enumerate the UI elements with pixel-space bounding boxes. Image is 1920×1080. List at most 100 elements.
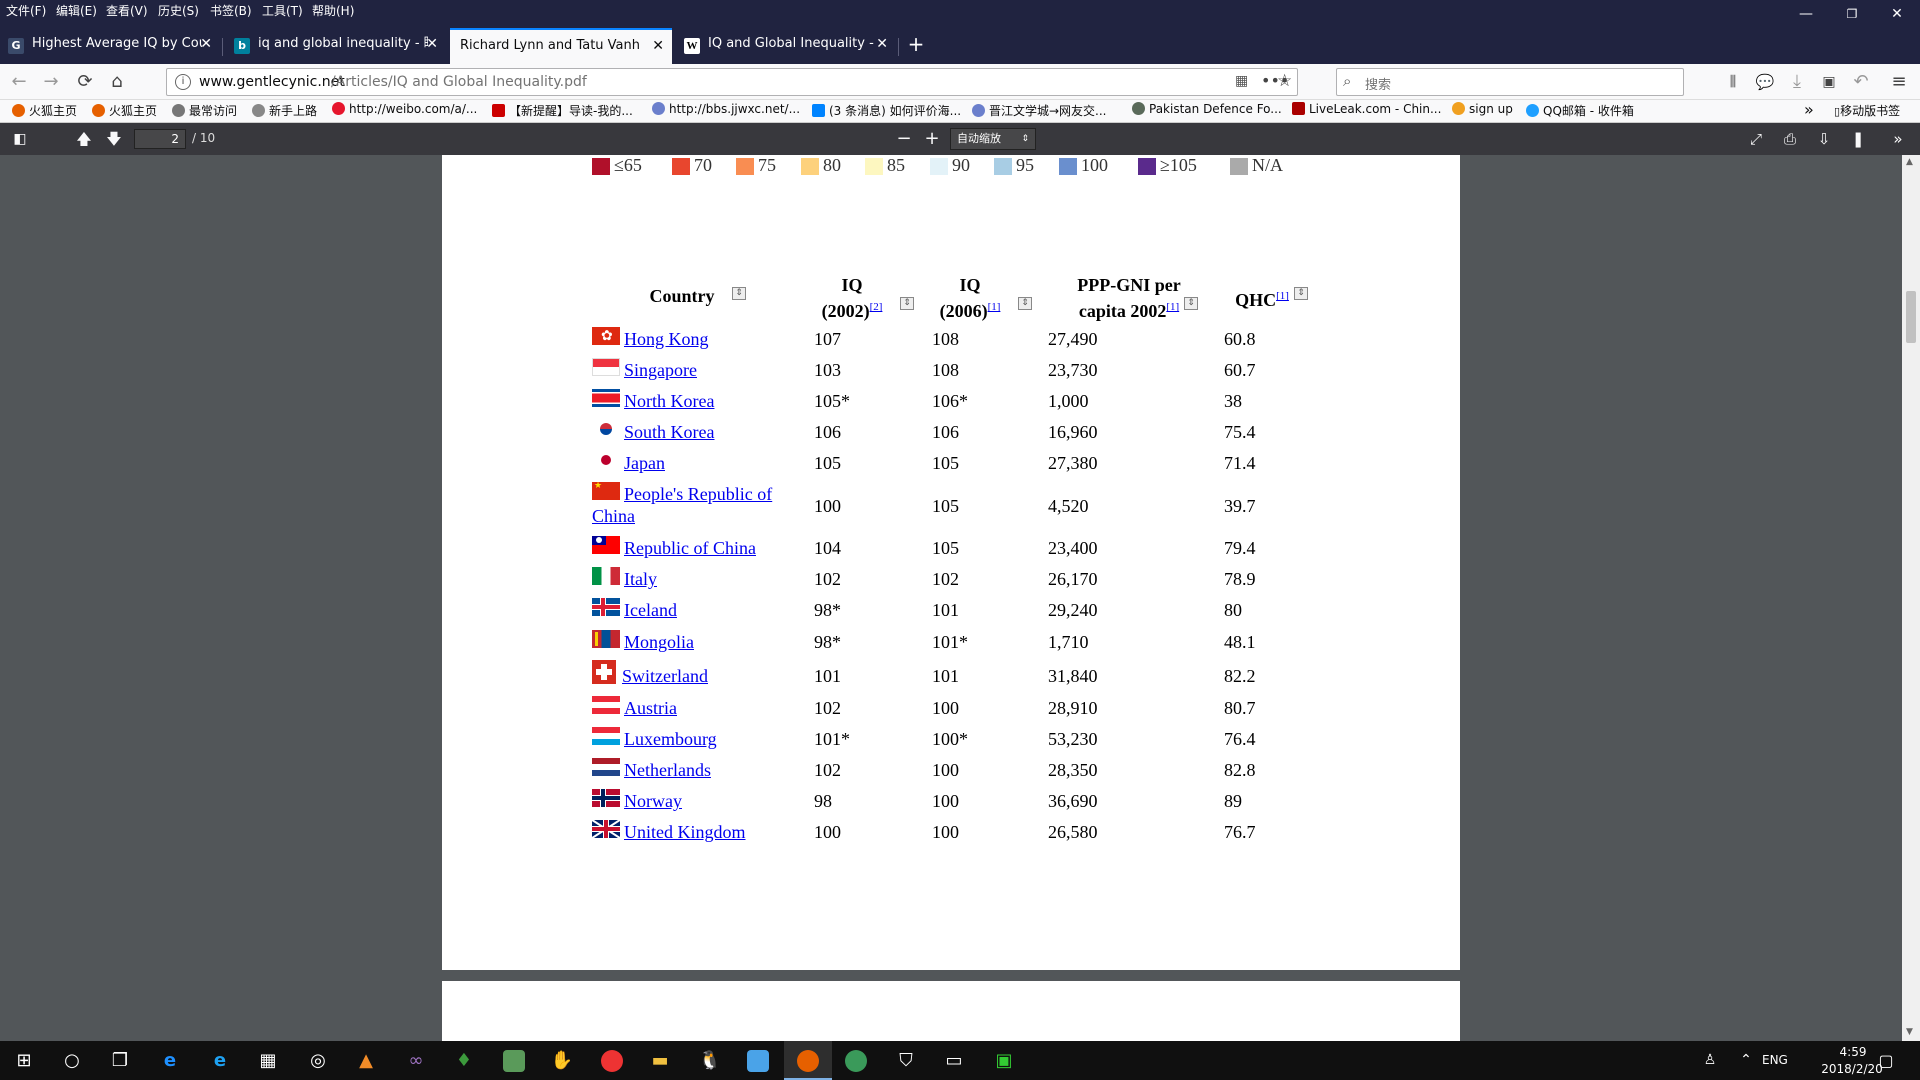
- menu-view[interactable]: 查看(V): [106, 2, 148, 19]
- scrollbar-thumb[interactable]: [1906, 291, 1916, 343]
- app-icon[interactable]: [490, 1041, 538, 1080]
- app-icon[interactable]: ✋: [538, 1041, 586, 1080]
- terminal-icon[interactable]: ▭: [930, 1041, 978, 1080]
- bookmark-item[interactable]: sign up: [1452, 102, 1513, 116]
- zoom-in-icon[interactable]: +: [920, 127, 944, 151]
- country-link[interactable]: Republic of China: [624, 537, 756, 559]
- tab-iq-global-inequality-wiki[interactable]: W IQ and Global Inequality - W ✕: [676, 28, 896, 64]
- country-link[interactable]: Norway: [624, 790, 682, 812]
- country-link[interactable]: Mongolia: [624, 631, 694, 653]
- bookmark-item[interactable]: http://bbs.jjwxc.net/...: [652, 102, 800, 116]
- mobile-bookmarks[interactable]: ▯移动版书签: [1834, 102, 1900, 119]
- close-tab-icon[interactable]: ✕: [200, 28, 212, 60]
- menu-edit[interactable]: 编辑(E): [56, 2, 97, 19]
- reference-link[interactable]: [1]: [1276, 290, 1289, 302]
- country-link[interactable]: Switzerland: [622, 665, 708, 687]
- sidebar-icon[interactable]: ▣: [1816, 70, 1842, 94]
- visual-studio-icon[interactable]: ∞: [392, 1041, 440, 1080]
- sidebar-toggle-icon[interactable]: ◧: [8, 127, 32, 151]
- header-qhc[interactable]: QHC[1]: [1222, 285, 1302, 311]
- reference-link[interactable]: [1]: [988, 301, 1001, 313]
- header-iq-2002[interactable]: IQ (2002)[2]: [802, 274, 902, 322]
- bookmark-item[interactable]: http://weibo.com/a/...: [332, 102, 477, 116]
- edge-icon[interactable]: e: [146, 1041, 194, 1080]
- download-icon[interactable]: ⤓: [1784, 70, 1810, 94]
- home-icon[interactable]: ⌂: [104, 70, 130, 94]
- reload-icon[interactable]: ⟳: [72, 70, 98, 94]
- reference-link[interactable]: [1]: [1166, 301, 1179, 313]
- previous-page-icon[interactable]: 🡅: [72, 127, 96, 151]
- windows-start-icon[interactable]: ⊞: [0, 1041, 48, 1080]
- firefox-icon[interactable]: [784, 1041, 832, 1080]
- country-link[interactable]: Netherlands: [624, 759, 711, 781]
- bookmark-item[interactable]: LiveLeak.com - Chin...: [1292, 102, 1441, 116]
- bookmarks-overflow-button[interactable]: »: [1804, 100, 1814, 119]
- iqiyi-icon[interactable]: ▣: [980, 1041, 1028, 1080]
- menu-bookmarks[interactable]: 书签(B): [210, 2, 252, 19]
- reference-link[interactable]: [2]: [870, 301, 883, 313]
- qq-icon[interactable]: 🐧: [686, 1041, 734, 1080]
- back-icon[interactable]: ←: [6, 70, 32, 94]
- header-iq-2006[interactable]: IQ (2006)[1]: [920, 274, 1020, 322]
- calculator-icon[interactable]: ▦: [244, 1041, 292, 1080]
- country-link[interactable]: People's Republic of: [624, 483, 772, 505]
- address-bar[interactable]: i www.gentlecynic.net /Articles/IQ and G…: [166, 68, 1298, 96]
- new-tab-button[interactable]: +: [904, 28, 928, 64]
- matlab-icon[interactable]: ▲: [342, 1041, 390, 1080]
- menu-tools[interactable]: 工具(T): [262, 2, 303, 19]
- country-link[interactable]: South Korea: [624, 421, 714, 443]
- close-tab-icon[interactable]: ✕: [652, 30, 664, 62]
- search-box[interactable]: ⌕ 搜索: [1336, 68, 1684, 96]
- bookmark-item[interactable]: 最常访问: [172, 102, 237, 119]
- sort-icon[interactable]: ⇕: [900, 297, 914, 310]
- presentation-mode-icon[interactable]: ⤢: [1744, 127, 1768, 151]
- task-view-icon[interactable]: ❐: [96, 1041, 144, 1080]
- country-link[interactable]: Singapore: [624, 359, 697, 381]
- tab-iq-global-inequality-bing[interactable]: b iq and global inequality - 眼 ✕: [226, 28, 446, 64]
- info-icon[interactable]: i: [175, 74, 191, 90]
- undo-icon[interactable]: ↶: [1848, 70, 1874, 94]
- language-indicator[interactable]: ENG: [1762, 1053, 1788, 1067]
- save-icon[interactable]: ⇩: [1812, 127, 1836, 151]
- country-link[interactable]: Hong Kong: [624, 328, 709, 350]
- menu-file[interactable]: 文件(F): [6, 2, 46, 19]
- vertical-scrollbar[interactable]: ▲ ▼: [1902, 155, 1920, 1041]
- bookmark-item[interactable]: 火狐主页: [12, 102, 77, 119]
- zoom-out-icon[interactable]: −: [892, 127, 916, 151]
- country-link[interactable]: Austria: [624, 697, 677, 719]
- print-icon[interactable]: ⎙: [1778, 127, 1802, 151]
- sort-icon[interactable]: ⇕: [732, 287, 746, 300]
- bookmark-item[interactable]: Pakistan Defence Fo...: [1132, 102, 1282, 116]
- sort-icon[interactable]: ⇕: [1018, 297, 1032, 310]
- country-link[interactable]: Japan: [624, 452, 665, 474]
- country-link[interactable]: North Korea: [624, 390, 714, 412]
- bookmark-icon[interactable]: ❚: [1846, 127, 1870, 151]
- notification-icon[interactable]: ▢: [1862, 1041, 1910, 1080]
- netease-music-icon[interactable]: [588, 1041, 636, 1080]
- country-link[interactable]: United Kingdom: [624, 821, 746, 843]
- page-number-input[interactable]: 2: [134, 129, 186, 149]
- sort-icon[interactable]: ⇕: [1294, 287, 1308, 300]
- country-link[interactable]: Luxembourg: [624, 728, 717, 750]
- scroll-down-arrow-icon[interactable]: ▼: [1906, 1027, 1913, 1037]
- header-country[interactable]: Country: [622, 285, 742, 307]
- tab-highest-iq[interactable]: G Highest Average IQ by Coun ✕: [0, 28, 220, 64]
- menu-help[interactable]: 帮助(H): [312, 2, 354, 19]
- sort-icon[interactable]: ⇕: [1184, 297, 1198, 310]
- menu-history[interactable]: 历史(S): [158, 2, 199, 19]
- close-tab-icon[interactable]: ✕: [876, 28, 888, 60]
- bookmark-item[interactable]: 新手上路: [252, 102, 317, 119]
- forward-icon[interactable]: →: [38, 70, 64, 94]
- header-ppp-gni[interactable]: PPP-GNI per capita 2002[1]: [1054, 274, 1204, 322]
- browser-icon[interactable]: [832, 1041, 880, 1080]
- bookmark-item[interactable]: 【新提醒】导读-我的...: [492, 102, 633, 119]
- qr-code-icon[interactable]: ▦: [1235, 73, 1248, 89]
- app-icon[interactable]: ⛉: [882, 1041, 930, 1080]
- cortana-search-icon[interactable]: ○: [48, 1041, 96, 1080]
- close-tab-icon[interactable]: ✕: [426, 28, 438, 60]
- next-page-icon[interactable]: 🡇: [102, 127, 126, 151]
- app-icon[interactable]: ◎: [294, 1041, 342, 1080]
- bookmark-star-icon[interactable]: ☆: [1277, 71, 1292, 91]
- country-link-continued[interactable]: China: [592, 505, 635, 527]
- bookmark-item[interactable]: 晋江文学城→网友交...: [972, 102, 1107, 119]
